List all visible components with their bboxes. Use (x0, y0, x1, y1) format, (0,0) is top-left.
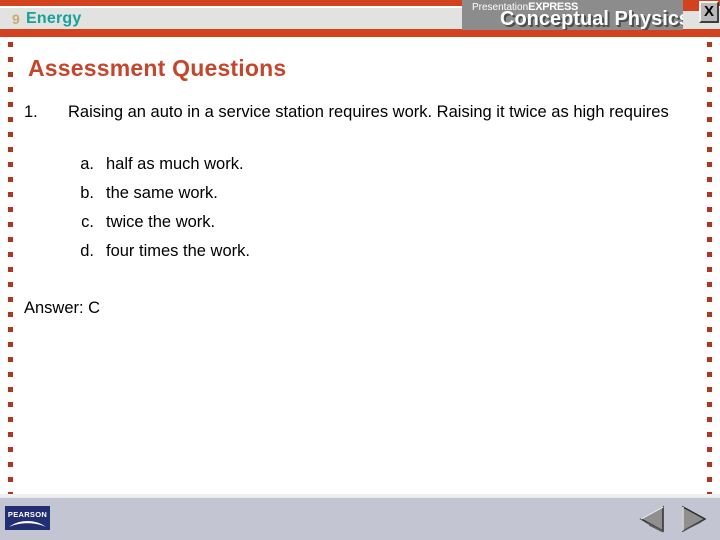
border-dot (707, 117, 712, 122)
choice-text-c: twice the work. (106, 213, 216, 231)
border-dot (8, 207, 13, 212)
border-dot (707, 177, 712, 182)
border-dot (707, 372, 712, 377)
border-dot (8, 327, 13, 332)
previous-slide-button[interactable] (636, 502, 670, 536)
border-dot (707, 147, 712, 152)
slide-navigation (636, 502, 712, 536)
next-slide-button[interactable] (676, 502, 710, 536)
border-dot (707, 432, 712, 437)
border-dot (8, 387, 13, 392)
border-dot (707, 417, 712, 422)
close-icon[interactable]: X (699, 1, 719, 23)
page-title: Assessment Questions (28, 55, 287, 81)
border-dot (8, 297, 13, 302)
border-dot (707, 72, 712, 77)
question-block: 1. Raising an auto in a service station … (24, 100, 674, 124)
border-dot (8, 462, 13, 467)
product-brand-banner: PresentationEXPRESS Conceptual Physics (462, 0, 683, 30)
border-dot (707, 57, 712, 62)
border-dot (8, 342, 13, 347)
border-dot (707, 327, 712, 332)
border-dot (8, 477, 13, 482)
list-item[interactable]: c. twice the work. (68, 210, 628, 239)
list-item[interactable]: b. the same work. (68, 181, 628, 210)
border-dot (707, 297, 712, 302)
border-dot (8, 267, 13, 272)
border-dot (8, 102, 13, 107)
answer-text: Answer: C (24, 299, 101, 317)
border-dot (707, 237, 712, 242)
border-dot (707, 477, 712, 482)
border-dot (8, 417, 13, 422)
border-dot (707, 402, 712, 407)
conceptual-physics-label: Conceptual Physics (500, 8, 683, 30)
border-dot (707, 312, 712, 317)
border-dot (707, 462, 712, 467)
choice-letter-c: c. (81, 213, 94, 231)
border-dot (8, 372, 13, 377)
border-dot (8, 402, 13, 407)
pearson-logo-text: PEARSON (7, 510, 48, 519)
slide-canvas: 9 Energy PresentationEXPRESS Conceptual … (0, 0, 720, 540)
choice-letter-d: d. (80, 242, 94, 260)
border-dot (707, 282, 712, 287)
dotted-border-right (707, 42, 712, 497)
border-dot (707, 387, 712, 392)
border-dot (8, 177, 13, 182)
list-item[interactable]: d. four times the work. (68, 239, 628, 268)
border-dot (8, 237, 13, 242)
border-dot (8, 132, 13, 137)
question-text: Raising an auto in a service station req… (68, 103, 669, 121)
border-dot (707, 132, 712, 137)
border-dot (707, 102, 712, 107)
border-dot (8, 162, 13, 167)
border-dot (8, 87, 13, 92)
border-dot (8, 72, 13, 77)
border-dot (707, 162, 712, 167)
border-dot (8, 252, 13, 257)
choice-text-d: four times the work. (106, 242, 250, 260)
question-row: 1. Raising an auto in a service station … (24, 100, 674, 124)
choice-letter-a: a. (80, 155, 94, 173)
border-dot (707, 252, 712, 257)
header-rule-bottom (0, 29, 720, 37)
border-dot (8, 447, 13, 452)
border-dot (8, 282, 13, 287)
list-item[interactable]: a. half as much work. (68, 152, 628, 181)
border-dot (8, 357, 13, 362)
pearson-logo: PEARSON (5, 506, 50, 530)
border-dot (707, 267, 712, 272)
chapter-title: Energy (26, 10, 82, 27)
border-dot (707, 192, 712, 197)
border-dot (8, 192, 13, 197)
border-dot (707, 87, 712, 92)
pearson-swoosh-icon (9, 521, 46, 527)
border-dot (707, 207, 712, 212)
border-dot (8, 57, 13, 62)
border-dot (8, 432, 13, 437)
choice-text-a: half as much work. (106, 155, 244, 173)
border-dot (8, 312, 13, 317)
question-number: 1. (24, 103, 38, 121)
footer-bar (0, 497, 720, 540)
border-dot (707, 42, 712, 47)
border-dot (8, 42, 13, 47)
border-dot (707, 222, 712, 227)
choice-text-b: the same work. (106, 184, 218, 202)
dotted-border-left (8, 42, 13, 497)
border-dot (707, 447, 712, 452)
chapter-number: 9 (12, 11, 20, 27)
border-dot (707, 357, 712, 362)
border-dot (8, 117, 13, 122)
border-dot (8, 147, 13, 152)
border-dot (8, 222, 13, 227)
border-dot (707, 342, 712, 347)
answer-choice-list: a. half as much work. b. the same work. … (68, 152, 628, 268)
choice-letter-b: b. (80, 184, 94, 202)
